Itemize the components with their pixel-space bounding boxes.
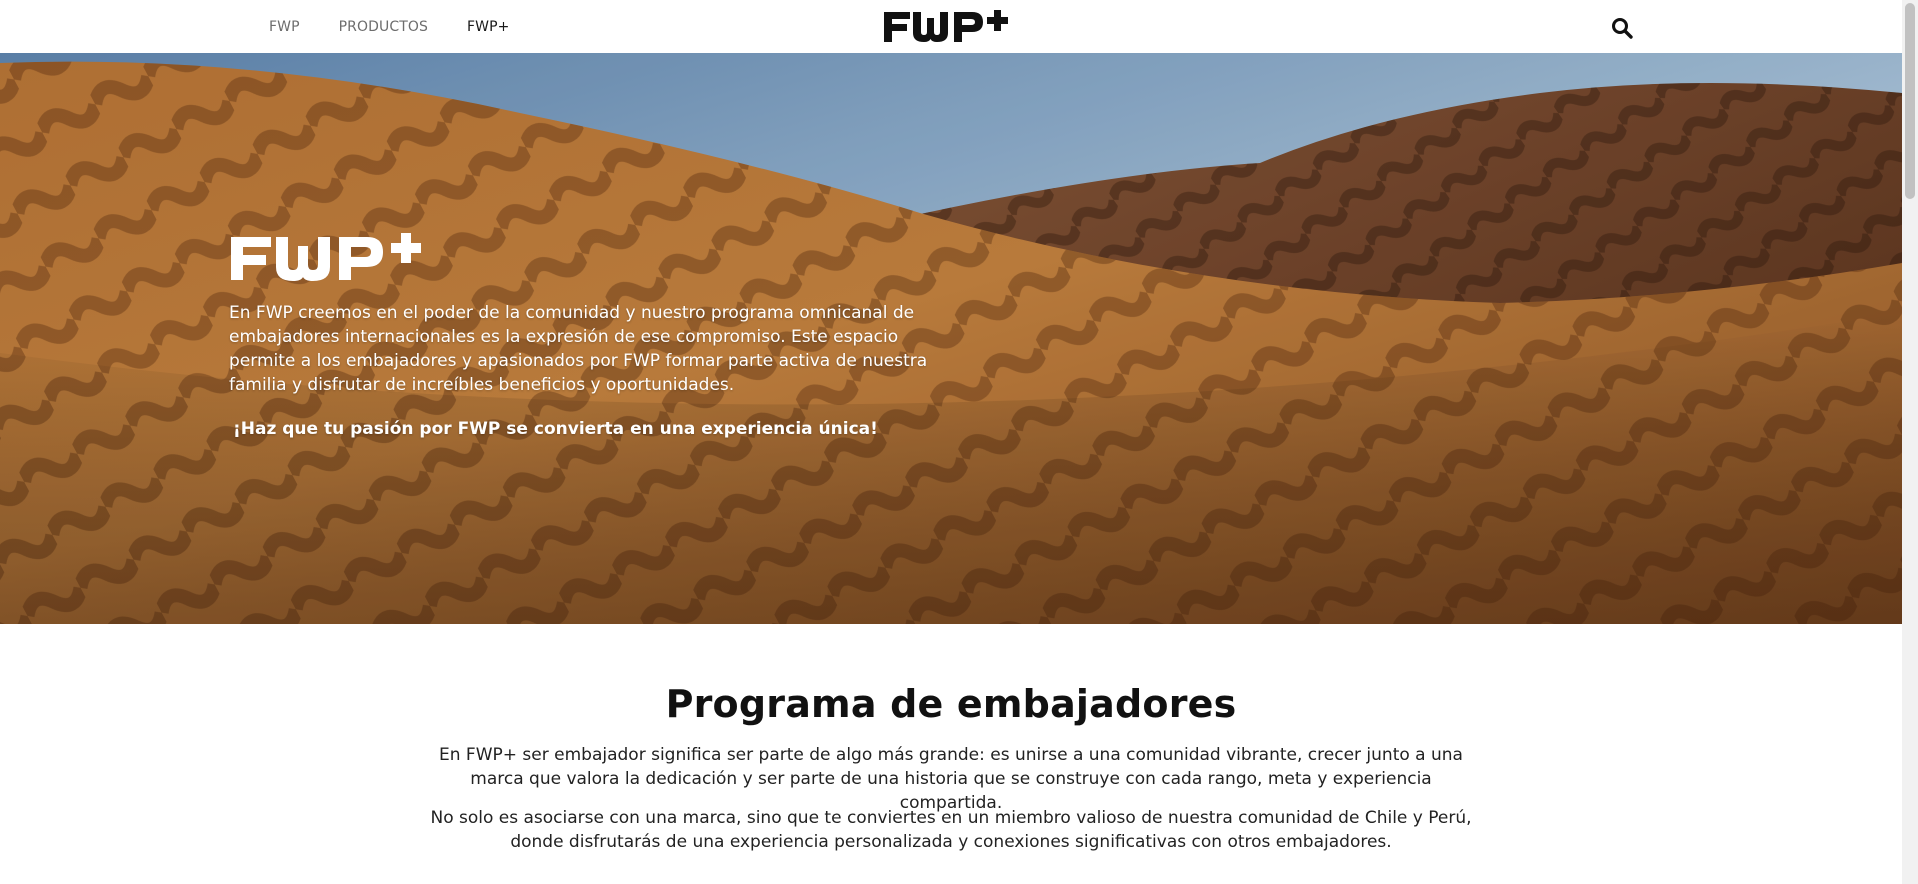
nav-item-fwp[interactable]: FWP (269, 19, 300, 35)
site-header: FWP PRODUCTOS FWP+ (0, 0, 1902, 53)
nav-item-productos[interactable]: PRODUCTOS (339, 19, 428, 35)
search-icon[interactable] (1610, 16, 1634, 40)
ambassador-program-section: Programa de embajadores En FWP+ ser emba… (0, 624, 1902, 884)
fwp-plus-logo[interactable] (882, 8, 1018, 45)
program-paragraph-1: En FWP+ ser embajador significa ser part… (439, 745, 1463, 813)
nav-item-fwp-plus[interactable]: FWP+ (467, 19, 509, 35)
section-title: Programa de embajadores (665, 682, 1237, 726)
program-paragraph-2: No solo es asociarse con una marca, sino… (430, 808, 1472, 852)
hero-content: En FWP creemos en el poder de la comunid… (229, 229, 959, 441)
hero-banner: En FWP creemos en el poder de la comunid… (0, 53, 1902, 624)
hero-description: En FWP creemos en el poder de la comunid… (229, 303, 928, 395)
fwp-plus-hero-logo (231, 233, 421, 281)
scrollbar-thumb[interactable] (1905, 3, 1915, 199)
page-scrollbar[interactable] (1902, 0, 1918, 884)
hero-cta-text: ¡Haz que tu pasión por FWP se convierta … (233, 419, 878, 439)
main-nav: FWP PRODUCTOS FWP+ (269, 0, 548, 53)
